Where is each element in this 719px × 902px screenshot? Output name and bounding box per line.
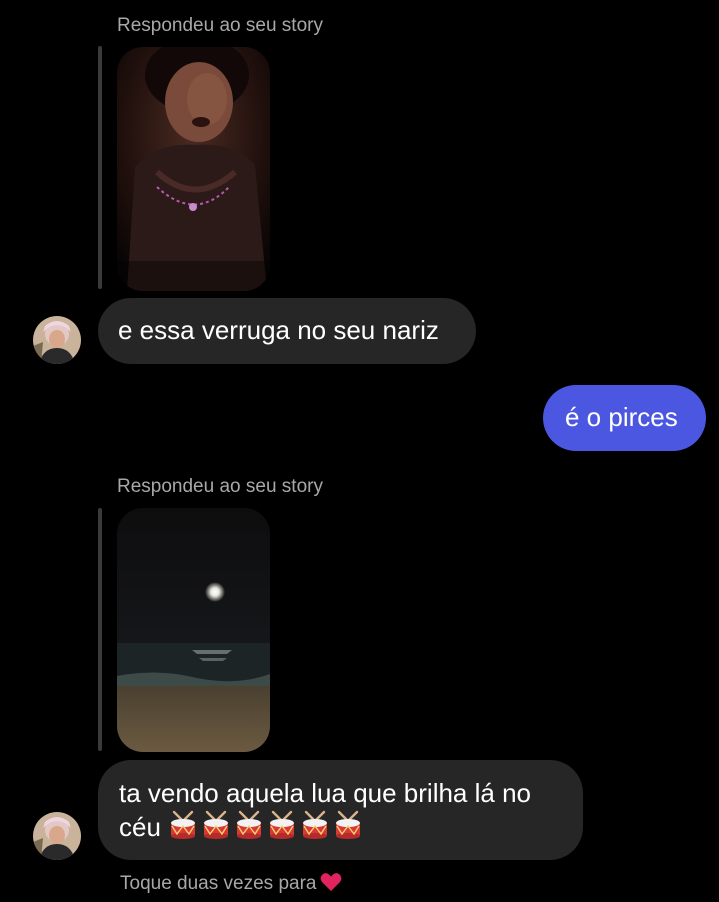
drum-icon xyxy=(333,810,363,840)
story-reply-caption: Respondeu ao seu story xyxy=(117,15,323,36)
story-thumbnail[interactable] xyxy=(117,508,270,752)
story-reply-caption: Respondeu ao seu story xyxy=(117,476,323,497)
drum-icon xyxy=(267,810,297,840)
drum-icon xyxy=(300,810,330,840)
double-tap-hint: Toque duas vezes para xyxy=(120,872,342,895)
reply-indicator-line xyxy=(98,508,102,751)
message-bubble-incoming[interactable]: e essa verruga no seu nariz xyxy=(98,298,476,364)
heart-icon xyxy=(320,872,342,892)
message-bubble-incoming[interactable]: ta vendo aquela lua que brilha lá no céu xyxy=(98,760,583,860)
drum-icon xyxy=(234,810,264,840)
message-bubble-outgoing[interactable]: é o pirces xyxy=(543,385,706,451)
story-thumbnail[interactable] xyxy=(117,47,270,291)
emoji-row xyxy=(168,810,366,842)
drum-icon xyxy=(168,810,198,840)
drum-icon xyxy=(201,810,231,840)
avatar[interactable] xyxy=(33,316,81,364)
hint-text: Toque duas vezes para xyxy=(120,873,317,894)
avatar[interactable] xyxy=(33,812,81,860)
reply-indicator-line xyxy=(98,46,102,289)
